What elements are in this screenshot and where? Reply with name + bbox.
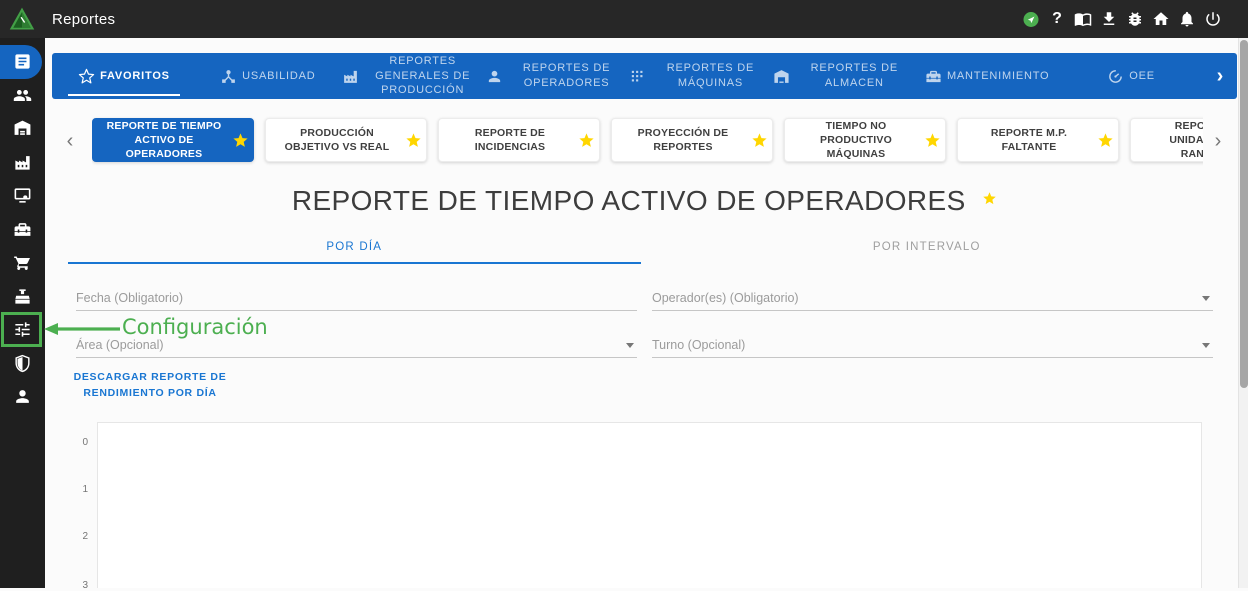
card-reporte-tiempo-activo-operadores[interactable]: REPORTE DE TIEMPO ACTIVO DE OPERADORES <box>92 118 254 162</box>
warehouse-icon <box>14 120 31 136</box>
fecha-field[interactable]: Fecha (Obligatorio) <box>76 284 637 311</box>
notifications-bell-icon[interactable] <box>1178 10 1196 28</box>
tab-favoritos[interactable]: FAVORITOS <box>52 53 196 99</box>
report-mode-tabs: POR DÍA POR INTERVALO <box>68 238 1213 264</box>
title-favorite-star-icon[interactable] <box>982 191 997 211</box>
sidebar-item-usuario[interactable] <box>0 380 45 414</box>
download-icon[interactable] <box>1100 10 1118 28</box>
tab-usabilidad[interactable]: USABILIDAD <box>196 53 340 99</box>
fecha-label: Fecha (Obligatorio) <box>76 291 183 305</box>
vertical-scrollbar[interactable] <box>1238 38 1248 588</box>
nav-scroll-next-chevron[interactable]: › <box>1203 53 1237 99</box>
y-axis-tick: 0 <box>82 437 88 448</box>
app-logo <box>9 7 35 30</box>
favorite-star-icon[interactable] <box>227 132 253 149</box>
tab-por-dia[interactable]: POR DÍA <box>68 238 641 264</box>
bug-report-icon[interactable] <box>1126 10 1144 28</box>
monitor-badge-icon <box>14 188 31 203</box>
cash-register-icon <box>15 289 30 304</box>
favorite-star-icon[interactable] <box>919 132 945 149</box>
report-title-wrap: REPORTE DE TIEMPO ACTIVO DE OPERADORES <box>52 185 1237 217</box>
factory-icon <box>15 155 30 170</box>
tab-reportes-almacen[interactable]: REPORTES DE ALMACEN <box>771 53 915 99</box>
operadores-select[interactable]: Operador(es) (Obligatorio) <box>652 284 1213 311</box>
card-reporte-de-incidencias[interactable]: REPORTE DE INCIDENCIAS <box>438 118 600 162</box>
sidebar-item-calidad[interactable] <box>0 179 45 213</box>
sidebar-item-personal[interactable] <box>0 79 45 113</box>
toolbox-icon <box>926 70 941 82</box>
cards-scroll-prev-chevron[interactable]: ‹ <box>52 113 88 169</box>
person-icon <box>16 390 29 404</box>
factory-icon <box>343 70 357 83</box>
favorite-star-icon[interactable] <box>746 132 772 149</box>
sidebar-item-seguridad[interactable] <box>0 347 45 381</box>
operadores-label: Operador(es) (Obligatorio) <box>652 291 799 305</box>
toolbox-icon <box>14 222 31 236</box>
favorite-star-icon[interactable] <box>1092 132 1118 149</box>
top-header: Reportes ? <box>0 0 1248 38</box>
documentation-book-icon[interactable] <box>1074 10 1092 28</box>
y-axis-tick: 3 <box>82 580 88 591</box>
download-report-button[interactable]: DESCARGAR REPORTE DE RENDIMIENTO POR DÍA <box>60 370 240 402</box>
sidebar-item-almacen[interactable] <box>0 112 45 146</box>
cards-strip: REPORTE DE TIEMPO ACTIVO DE OPERADORES P… <box>92 113 1203 169</box>
language-globe-icon[interactable] <box>1022 10 1040 28</box>
report-category-tabs: FAVORITOS USABILIDAD REPORTES GENERALES … <box>52 53 1237 99</box>
tab-mantenimiento[interactable]: MANTENIMIENTO <box>915 53 1059 99</box>
favorite-star-icon[interactable] <box>400 132 426 149</box>
sidebar-item-caja[interactable] <box>0 280 45 314</box>
tab-por-intervalo[interactable]: POR INTERVALO <box>641 238 1214 264</box>
sidebar-item-reportes[interactable] <box>0 44 45 79</box>
usability-icon <box>222 69 235 83</box>
card-produccion-objetivo-vs-real[interactable]: PRODUCCIÓN OBJETIVO VS REAL <box>265 118 427 162</box>
annotation-arrow-icon <box>44 323 120 335</box>
report-title: REPORTE DE TIEMPO ACTIVO DE OPERADORES <box>291 185 966 216</box>
header-actions: ? <box>1022 0 1222 38</box>
area-label: Área (Opcional) <box>76 338 164 352</box>
card-reporte-unidades-clipped[interactable]: REPORTE DE E UNIDADES MERC RANGO DE E <box>1130 118 1203 162</box>
chart-plot-area <box>97 422 1202 588</box>
cards-scroll-next-chevron[interactable]: › <box>1205 113 1231 169</box>
annotation-label: Configuración <box>122 315 268 339</box>
shopping-cart-icon <box>14 256 30 271</box>
sidebar-item-compras[interactable] <box>0 246 45 280</box>
tab-reportes-generales-produccion[interactable]: REPORTES GENERALES DE PRODUCCIÓN <box>340 53 484 99</box>
sidebar-item-mantenimiento[interactable] <box>0 213 45 247</box>
people-icon <box>13 89 32 101</box>
dropdown-caret-icon <box>1202 296 1210 301</box>
dropdown-caret-icon <box>1202 343 1210 348</box>
report-icon <box>15 54 30 69</box>
scrollbar-thumb[interactable] <box>1240 40 1248 388</box>
tab-oee[interactable]: OEE <box>1059 53 1203 99</box>
page-title: Reportes <box>52 10 116 28</box>
favorite-report-cards: ‹ REPORTE DE TIEMPO ACTIVO DE OPERADORES… <box>52 113 1237 169</box>
sidebar-item-produccion[interactable] <box>0 146 45 180</box>
dropdown-caret-icon <box>626 343 634 348</box>
y-axis-tick: 2 <box>82 531 88 542</box>
favorite-star-icon[interactable] <box>573 132 599 149</box>
card-tiempo-no-productivo-maquinas[interactable]: TIEMPO NO PRODUCTIVO MÁQUINAS <box>784 118 946 162</box>
help-icon[interactable]: ? <box>1048 10 1066 28</box>
annotation-highlight-box <box>1 312 42 347</box>
power-icon[interactable] <box>1204 10 1222 28</box>
card-proyeccion-de-reportes[interactable]: PROYECCIÓN DE REPORTES <box>611 118 773 162</box>
tab-reportes-maquinas[interactable]: REPORTES DE MÁQUINAS <box>628 53 772 99</box>
warehouse-icon <box>774 69 789 83</box>
person-icon <box>488 70 500 82</box>
shield-icon <box>15 354 30 372</box>
card-reporte-mp-faltante[interactable]: REPORTE M.P. FALTANTE <box>957 118 1119 162</box>
star-outline-icon <box>78 68 95 83</box>
turno-label: Turno (Opcional) <box>652 338 746 352</box>
y-axis-tick: 1 <box>82 484 88 495</box>
tab-reportes-operadores[interactable]: REPORTES DE OPERADORES <box>484 53 628 99</box>
machine-icon <box>632 70 643 81</box>
gauge-icon <box>1109 69 1123 83</box>
home-icon[interactable] <box>1152 10 1170 28</box>
turno-select[interactable]: Turno (Opcional) <box>652 331 1213 358</box>
